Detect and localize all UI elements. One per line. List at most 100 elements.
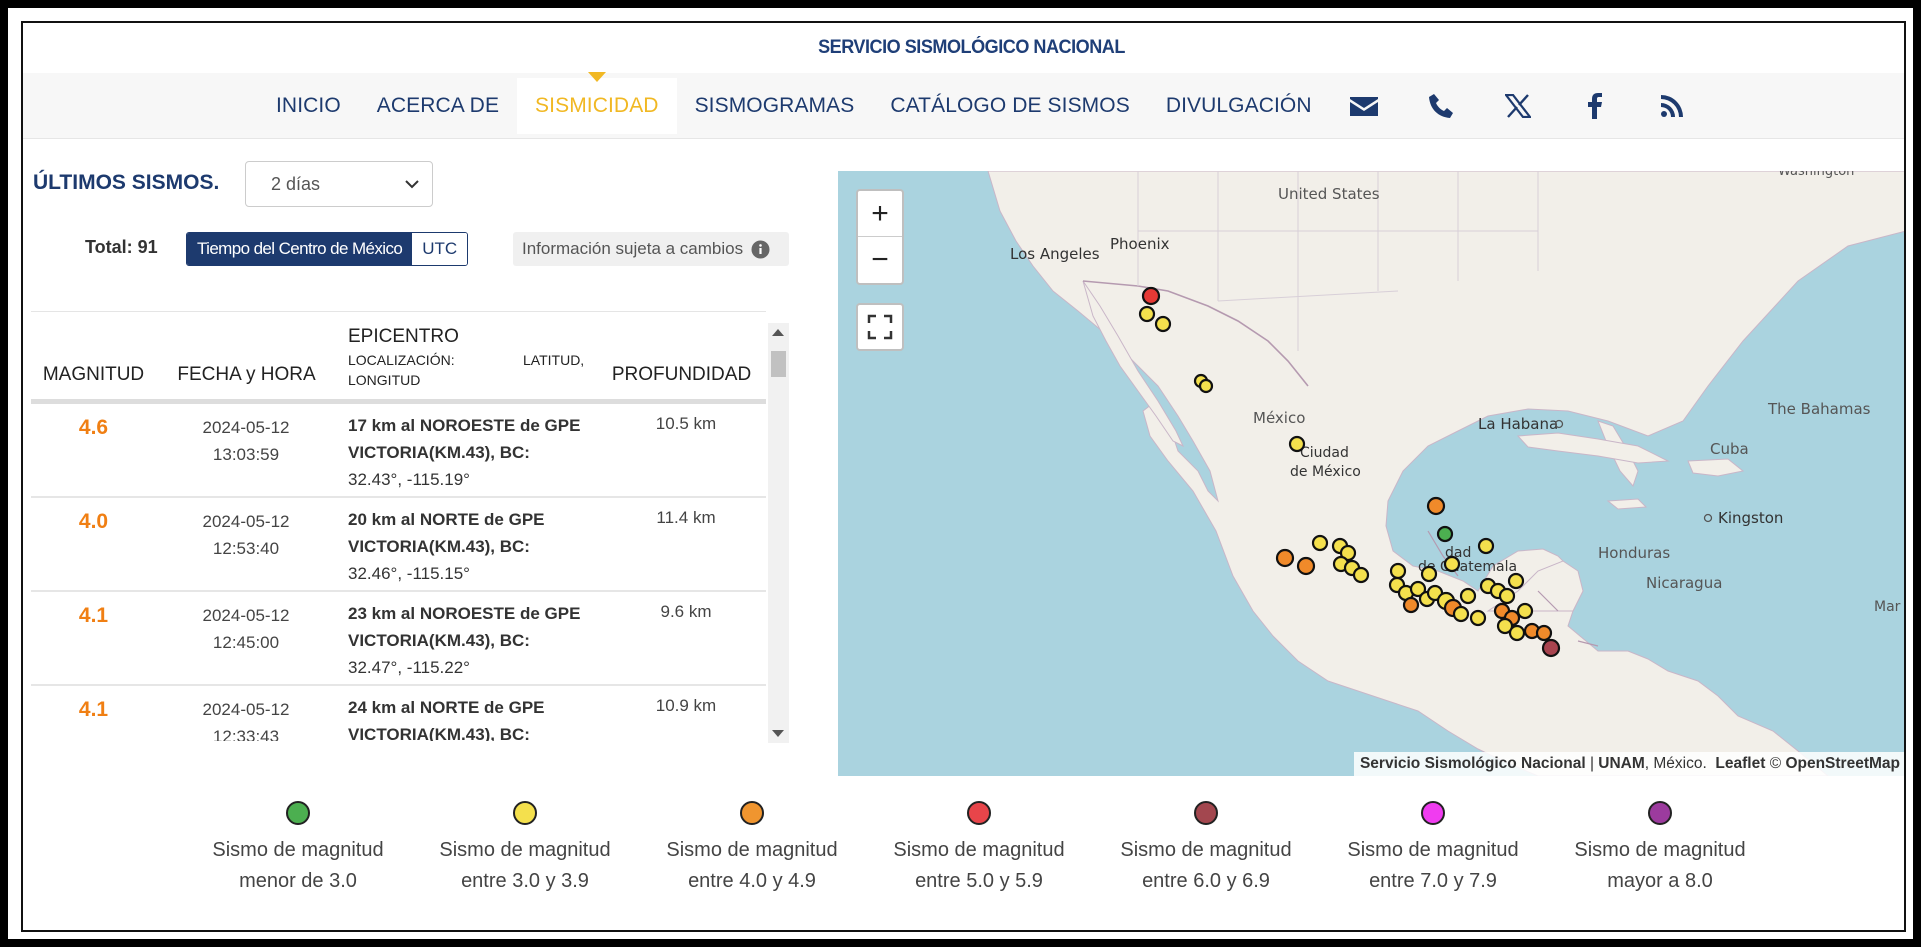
map-label-phoenix: Phoenix — [1110, 235, 1170, 253]
quake-marker — [1443, 555, 1461, 573]
top-bar: SERVICIO SISMOLÓGICO NACIONAL — [23, 23, 1904, 73]
row-epicenter: 20 km al NORTE de GPE VICTORIA(KM.43), B… — [348, 510, 545, 583]
quake-marker — [1498, 587, 1516, 605]
attrib-leaflet[interactable]: Leaflet — [1715, 755, 1765, 772]
legend-item: Sismo de magnitud entre 3.0 y 3.9 — [425, 801, 625, 897]
table-row[interactable]: 4.6 2024-05-12 13:03:59 17 km al NOROESTE… — [31, 404, 766, 498]
table-scrollbar[interactable] — [768, 323, 789, 743]
attrib-unam[interactable]: UNAM — [1598, 755, 1645, 772]
row-datetime: 2024-05-12 12:53:40 — [202, 512, 290, 558]
row-epicenter: 23 km al NOROESTE de GPE VICTORIA(KM.43)… — [348, 604, 581, 677]
quake-marker — [1452, 605, 1470, 623]
fullscreen-button[interactable] — [856, 303, 904, 351]
period-select[interactable]: 2 días — [245, 161, 433, 207]
quake-marker — [1275, 548, 1295, 568]
quake-marker — [1389, 562, 1407, 580]
row-epicenter: 24 km al NORTE de GPE VICTORIA(KM.43), B… — [348, 698, 545, 741]
nav-divulgacion[interactable]: DIVULGACIÓN — [1148, 78, 1330, 134]
col-profundidad[interactable]: PROFUNDIDAD — [597, 364, 766, 386]
col-longitud: LONGITUD — [348, 372, 421, 388]
quake-marker — [1508, 624, 1526, 642]
row-depth: 11.4 km — [656, 508, 716, 527]
quake-marker — [1535, 624, 1553, 642]
map-label-kingston: Kingston — [1718, 509, 1783, 527]
scroll-up-icon[interactable] — [772, 329, 784, 336]
scroll-thumb[interactable] — [771, 351, 786, 377]
quake-marker — [1141, 286, 1161, 306]
quake-marker — [1198, 378, 1214, 394]
map-label-honduras: Honduras — [1598, 544, 1670, 562]
row-depth: 10.5 km — [655, 414, 717, 433]
rss-icon[interactable] — [1633, 81, 1710, 131]
zoom-out-button[interactable]: − — [858, 237, 902, 283]
table-header: MAGNITUD FECHA y HORA EPICENTRO LOCALIZA… — [31, 312, 766, 404]
quake-marker — [1516, 602, 1534, 620]
col-magnitud[interactable]: MAGNITUD — [31, 364, 156, 386]
chevron-down-icon — [405, 180, 419, 189]
row-magnitude: 4.1 — [78, 698, 109, 721]
attrib-ssn[interactable]: Servicio Sismológico Nacional — [1360, 755, 1586, 772]
fullscreen-icon — [867, 314, 893, 340]
quake-marker — [1352, 566, 1370, 584]
info-icon[interactable] — [751, 240, 770, 259]
map-label-bahamas: The Bahamas — [1767, 400, 1871, 418]
info-notice: Información sujeta a cambios — [513, 232, 789, 266]
legend-dot-green — [286, 801, 310, 825]
nav-catalogo-de-sismos[interactable]: CATÁLOGO DE SISMOS — [872, 78, 1147, 134]
facebook-icon[interactable] — [1556, 81, 1633, 131]
map-attribution: Servicio Sismológico Nacional | UNAM, Mé… — [1353, 752, 1904, 776]
table-row[interactable]: 4.1 2024-05-12 12:33:43 24 km al NORTE de… — [31, 686, 766, 741]
zoom-control: + − — [856, 189, 904, 285]
quake-marker — [1296, 556, 1316, 576]
x-twitter-icon[interactable] — [1479, 81, 1556, 131]
legend-item: Sismo de magnitud menor de 3.0 — [198, 801, 398, 897]
col-localizacion: LOCALIZACIÓN: — [348, 352, 455, 368]
col-epicentro[interactable]: EPICENTRO — [348, 326, 459, 348]
quake-marker — [1477, 537, 1495, 555]
legend-item: Sismo de magnitud mayor a 8.0 — [1560, 801, 1760, 897]
quake-marker — [1420, 565, 1438, 583]
tz-centro-mexico[interactable]: Tiempo del Centro de México — [187, 233, 413, 265]
row-magnitude: 4.1 — [78, 604, 109, 627]
screenshot-frame: SERVICIO SISMOLÓGICO NACIONAL INICIO ACE… — [6, 6, 1915, 941]
map-canvas: United States Phoenix Los Angeles México… — [987, 171, 1904, 776]
period-select-value: 2 días — [271, 173, 321, 194]
row-magnitude: 4.0 — [78, 510, 109, 533]
tz-utc[interactable]: UTC — [412, 233, 468, 265]
north-america-land — [987, 171, 1904, 776]
nav-sismicidad[interactable]: SISMICIDAD — [517, 72, 677, 134]
legend-item: Sismo de magnitud entre 7.0 y 7.9 — [1333, 801, 1533, 897]
row-datetime: 2024-05-12 12:33:43 — [202, 700, 290, 741]
timezone-toggle: Tiempo del Centro de México UTC — [186, 232, 469, 266]
nav-acerca-de[interactable]: ACERCA DE — [359, 78, 517, 134]
scroll-down-icon[interactable] — [772, 730, 784, 737]
info-text: Información sujeta a cambios — [522, 239, 744, 258]
quake-marker — [1402, 596, 1420, 614]
quake-marker — [1507, 572, 1525, 590]
quake-marker — [1436, 525, 1454, 543]
legend-dot-yellow — [513, 801, 537, 825]
col-fecha-hora[interactable]: FECHA y HORA — [159, 364, 334, 386]
site-brand[interactable]: SERVICIO SISMOLÓGICO NACIONAL — [818, 37, 1125, 59]
map-label-cdmx-2: de México — [1290, 464, 1361, 480]
legend-dot-purple — [1648, 801, 1672, 825]
map-label-washington: Washington — [1778, 171, 1854, 179]
quake-marker — [1459, 587, 1477, 605]
table-row[interactable]: 4.0 2024-05-12 12:53:40 20 km al NORTE de… — [31, 498, 766, 592]
phone-icon[interactable] — [1402, 81, 1479, 131]
envelope-icon[interactable] — [1325, 81, 1402, 131]
hispaniola-land — [1687, 458, 1745, 477]
nav-inicio[interactable]: INICIO — [258, 78, 359, 134]
nav-sismogramas[interactable]: SISMOGRAMAS — [677, 78, 873, 134]
quake-marker — [1154, 315, 1172, 333]
quake-marker — [1469, 609, 1487, 627]
map-label-us: United States — [1278, 185, 1380, 203]
legend-dot-orange — [740, 801, 764, 825]
zoom-in-button[interactable]: + — [858, 191, 902, 237]
earthquake-table: MAGNITUD FECHA y HORA EPICENTRO LOCALIZA… — [31, 311, 766, 741]
map-label-habana: La Habana — [1478, 415, 1558, 433]
attrib-osm[interactable]: OpenStreetMap — [1785, 755, 1900, 772]
table-row[interactable]: 4.1 2024-05-12 12:45:00 23 km al NOROESTE… — [31, 592, 766, 686]
row-datetime: 2024-05-12 13:03:59 — [202, 418, 290, 464]
earthquake-map[interactable]: United States Phoenix Los Angeles México… — [838, 171, 1904, 776]
